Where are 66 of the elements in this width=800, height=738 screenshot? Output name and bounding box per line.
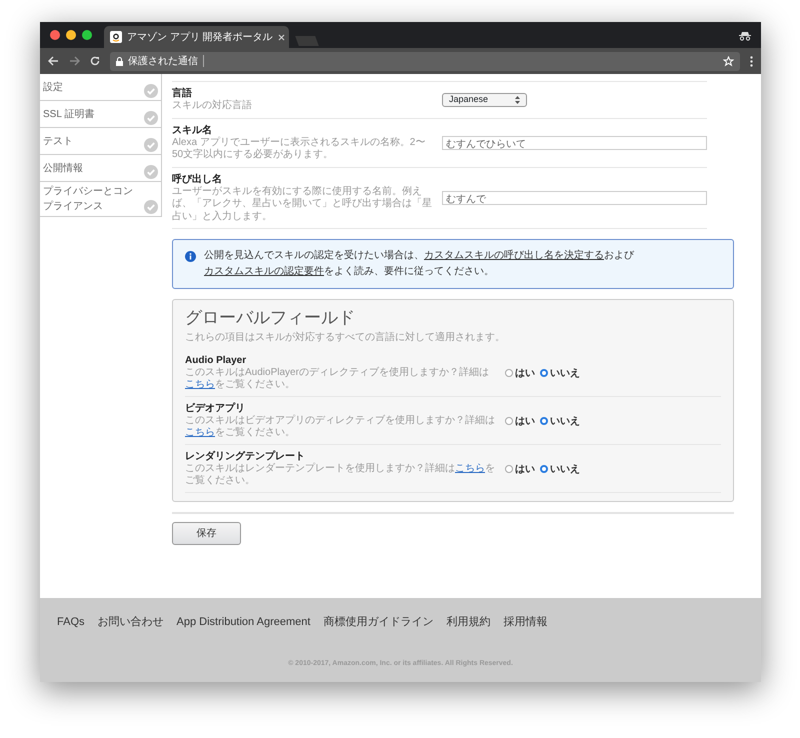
field-description: このスキルはビデオアプリのディレクティブを使用しますか？詳細は こちら をご覧ください。 [185, 414, 495, 440]
field-description: Alexa アプリでユーザーに表示されるスキルの名称。2〜50文字以内にする必要があります。 [172, 136, 426, 162]
address-bar[interactable]: 保護された通信 [110, 52, 740, 70]
details-link[interactable]: こちら [455, 462, 485, 474]
select-arrows-icon [515, 96, 520, 104]
notice-link[interactable]: カスタムスキルの認定要件 [204, 266, 324, 277]
footer-link[interactable]: 採用情報 [503, 616, 548, 628]
field-label: 言語 [172, 87, 193, 100]
notice-link[interactable]: カスタムスキルの呼び出し名を決定する [424, 250, 604, 261]
field-label: ビデオアプリ [185, 402, 246, 415]
sidebar-item-label: 設定 [43, 80, 63, 94]
radio-label: いいえ [550, 414, 580, 429]
radio-label: いいえ [550, 462, 580, 477]
reload-icon[interactable] [90, 56, 100, 66]
footer-link[interactable]: FAQs [57, 616, 85, 628]
menu-icon[interactable] [750, 56, 753, 66]
sidebar-item-label: SSL 証明書 [43, 108, 94, 122]
star-icon[interactable] [723, 56, 734, 66]
footer-link[interactable]: App Distribution Agreement [176, 616, 310, 628]
close-icon[interactable] [278, 34, 285, 40]
secure-label: 保護された通信 [128, 54, 198, 68]
radio-button[interactable] [540, 464, 548, 473]
back-arrow-icon[interactable] [48, 56, 59, 66]
field-label: 呼び出し名 [172, 172, 223, 186]
radio-label: いいえ [550, 366, 580, 381]
footer-link[interactable]: 利用規約 [446, 616, 490, 628]
sidebar-item[interactable]: 公開情報 [40, 155, 161, 182]
panel-title: グローバルフィールド [185, 308, 356, 328]
radio-button[interactable] [505, 416, 513, 425]
footer-link[interactable]: お問い合わせ [98, 616, 164, 628]
lock-icon [116, 56, 123, 66]
radio-button[interactable] [505, 464, 513, 473]
footer-link[interactable]: 商標使用ガイドライン [323, 616, 434, 628]
field-description: このスキルはレンダーテンプレートを使用しますか？詳細はこちら をご覧ください。 [185, 462, 495, 488]
language-select[interactable]: Japanese [442, 92, 527, 107]
field-label: スキル名 [172, 124, 213, 136]
save-button[interactable]: 保存 [172, 522, 241, 545]
radio-label: はい [515, 462, 535, 477]
radio-label: はい [515, 366, 535, 381]
sidebar-item-label: テスト [43, 134, 73, 148]
field-description: このスキルはAudioPlayerのディレクティブを使用しますか？詳細は こちら をご覧ください。 [185, 366, 490, 392]
incognito-icon [739, 31, 751, 41]
sidebar-item-label: 公開情報 [43, 162, 83, 176]
field-label: Audio Player [185, 354, 248, 367]
field-description: ユーザーがスキルを有効にする際に使用する名前。例えば、「アレクサ、星占いを開いて」と呼び出す場合は「星占い」と入力します。 [172, 186, 433, 223]
panel-description: これらの項目はスキルが対応するすべての言語に対して適用されます。 [185, 332, 506, 345]
sidebar-item-label: プライバシーとコンプライアンス [43, 184, 134, 214]
radio-button[interactable] [540, 416, 548, 425]
tab-title: アマゾン アプリ 開発者ポータル [127, 30, 273, 44]
sidebar-item[interactable]: 設定 [40, 74, 161, 101]
text-input[interactable]: むすんでひらいて [442, 136, 707, 150]
info-icon [185, 251, 196, 262]
field-label: レンダリングテンプレート [185, 450, 306, 463]
notice-text: 公開を見込んでスキルの認定を受けたい場合は、カスタムスキルの呼び出し名を決定するおよび カスタムスキルの認定要件をよく読み、要件に従ってください。 [204, 248, 636, 279]
field-description: スキルの対応言語 [172, 100, 253, 112]
sidebar-item[interactable]: テスト [40, 128, 161, 155]
radio-label: はい [515, 414, 535, 429]
details-link[interactable]: こちら [185, 379, 215, 390]
forward-arrow-icon[interactable] [69, 56, 80, 66]
browser-tab[interactable]: アマゾン アプリ 開発者ポータル [104, 26, 289, 48]
radio-button[interactable] [505, 368, 513, 377]
text-input[interactable]: むすんで [442, 190, 707, 205]
radio-button[interactable] [540, 368, 548, 377]
sidebar-item[interactable]: プライバシーとコンプライアンス [40, 182, 161, 217]
details-link[interactable]: こちら [185, 427, 215, 438]
sidebar-item[interactable]: SSL 証明書 [40, 101, 161, 128]
